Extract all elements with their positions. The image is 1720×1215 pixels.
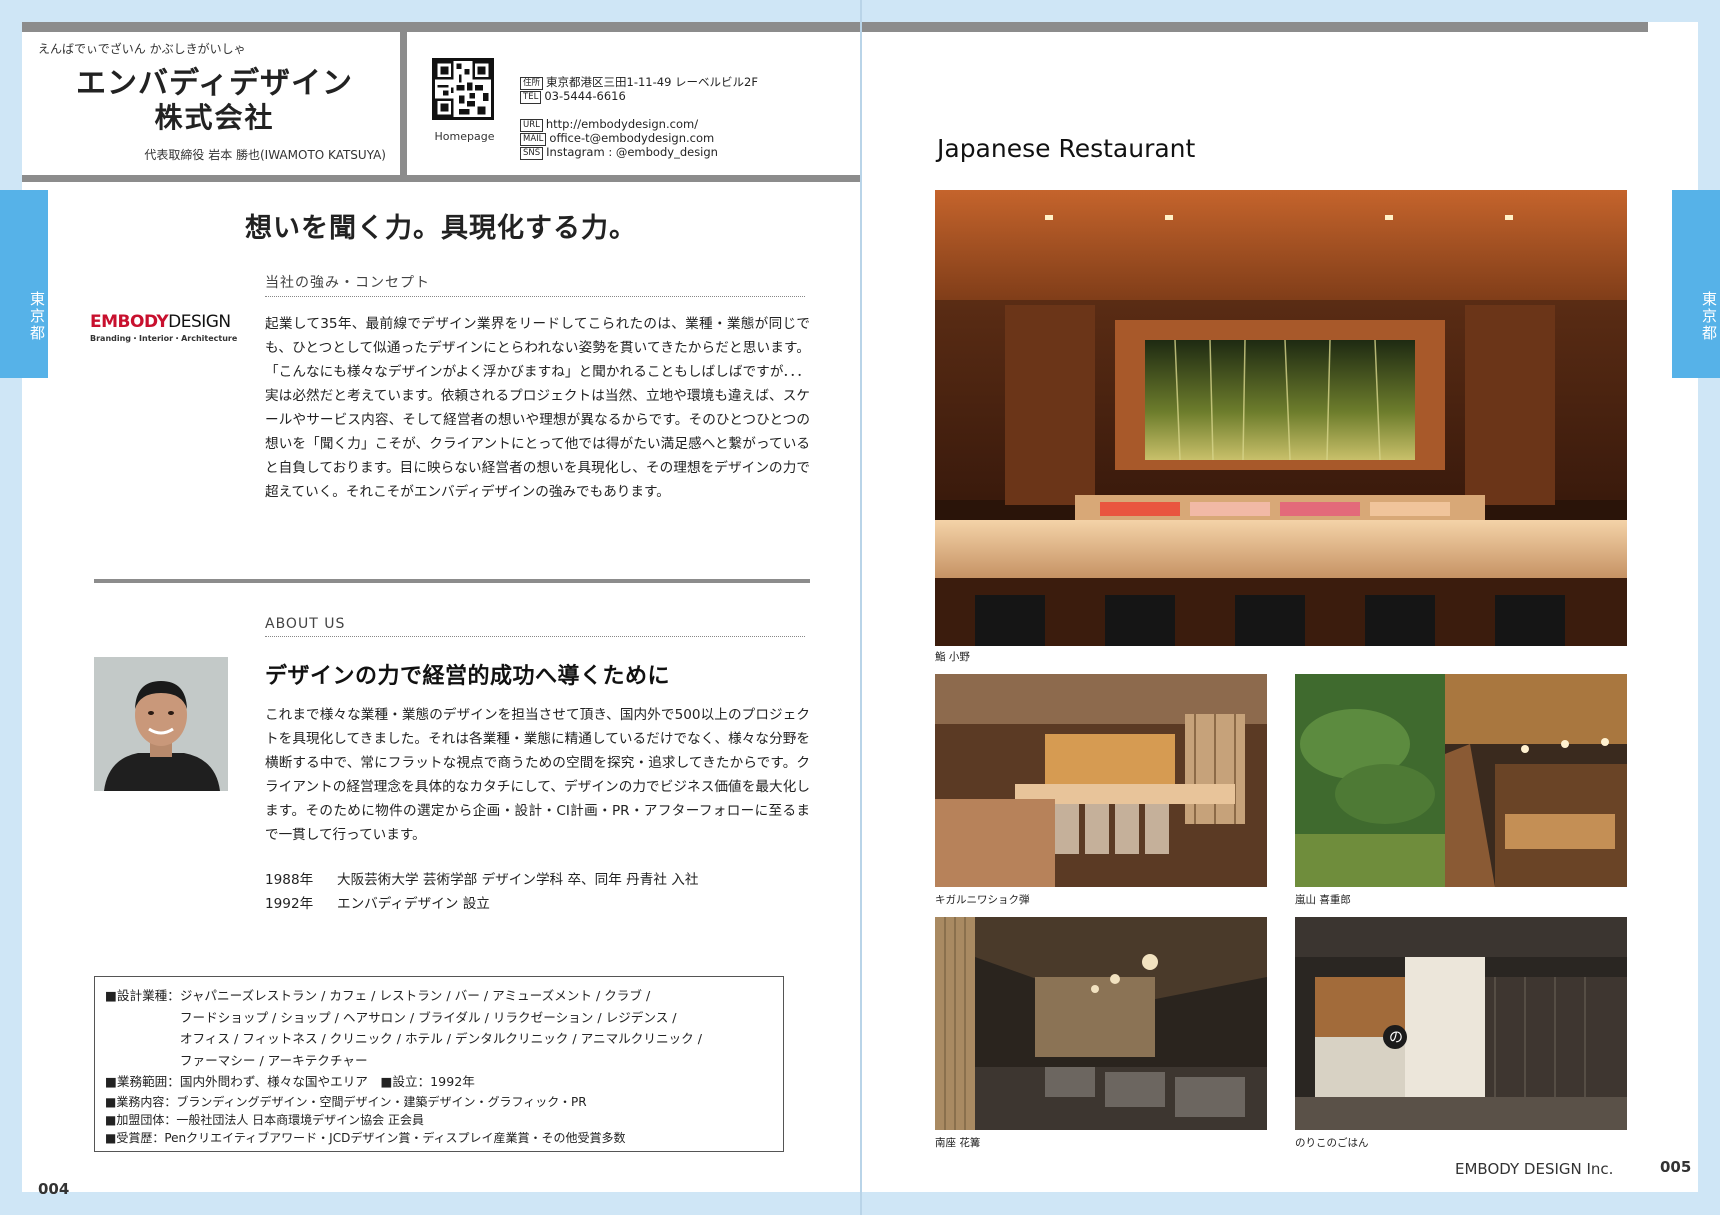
history-item: 1988年 大阪芸術大学 芸術学部 デザイン学科 卒、同年 丹青社 入社 — [265, 868, 698, 888]
concept-heading: 当社の強み・コンセプト — [265, 272, 805, 297]
company-info-box: ■設計業種： ジャパニーズレストラン / カフェ / レストラン / バー / … — [94, 976, 784, 1152]
design-types-line: ファーマシー / アーキテクチャー — [179, 1052, 368, 1068]
main-restaurant-photo — [935, 190, 1627, 646]
headline: 想いを聞く力。具現化する力。 — [245, 213, 637, 244]
contact-address: 住所 東京都港区三田1-11-49 レーベルビル2F — [520, 74, 758, 90]
photo-caption-kigaru: キガルニワショク弾 — [935, 894, 1030, 906]
representative: 代表取締役 岩本 勝也(IWAMOTO KATSUYA) — [144, 148, 386, 162]
restaurant-photo-kigaru — [935, 674, 1267, 887]
qr-label: Homepage — [434, 130, 495, 143]
svg-text:の: の — [1389, 1030, 1403, 1046]
history-year: 1988年 — [265, 872, 314, 888]
contact-sns: SNS Instagram : @embody_design — [520, 145, 718, 160]
sns-link[interactable]: Instagram : @embody_design — [546, 145, 718, 159]
region-tab-right: 東京都 — [1672, 190, 1720, 378]
company-logo: EMBODYDESIGN Branding・Interior・Architect… — [90, 312, 237, 344]
logo-red-text: EMBODY — [90, 312, 169, 332]
history-year: 1992年 — [265, 896, 314, 912]
services: ■業務内容：ブランディングデザイン・空間デザイン・建築デザイン・グラフィック・P… — [105, 1094, 587, 1109]
history-event: 大阪芸術大学 芸術学部 デザイン学科 卒、同年 丹青社 入社 — [337, 872, 699, 888]
page-number-left: 004 — [38, 1180, 70, 1198]
contact-url: URL http://embodydesign.com/ — [520, 117, 698, 132]
representative-portrait — [94, 657, 228, 791]
gallery-title: Japanese Restaurant — [937, 134, 1196, 163]
region-tab-left: 東京都 — [0, 190, 48, 378]
concept-text: 起業して35年、最前線でデザイン業界をリードしてこられたのは、業種・業態が同じで… — [265, 316, 810, 500]
design-types-label: ■設計業種： — [105, 988, 180, 1003]
photo-caption-noriko: のりこのごはん — [1295, 1137, 1369, 1149]
footer-company: EMBODY DESIGN Inc. — [1455, 1160, 1614, 1178]
tel-value: 03-5444-6616 — [544, 89, 626, 103]
design-types-line: フードショップ / ショップ / ヘアサロン / ブライダル / リラクゼーショ… — [179, 1009, 677, 1025]
design-types-row: ■設計業種： ジャパニーズレストラン / カフェ / レストラン / バー / … — [105, 985, 773, 1071]
contact-tel: TEL 03-5444-6616 — [520, 89, 626, 104]
company-header: えんばでぃでざいん かぶしきがいしゃ エンバディデザイン 株式会社 代表取締役 … — [22, 32, 860, 182]
company-name-line2: 株式会社 — [154, 101, 275, 134]
company-name-block: えんばでぃでざいん かぶしきがいしゃ エンバディデザイン 株式会社 代表取締役 … — [22, 32, 407, 175]
design-types-line: オフィス / フィットネス / クリニック / ホテル / デンタルクリニック … — [179, 1031, 702, 1046]
design-types-line: ジャパニーズレストラン / カフェ / レストラン / バー / アミューズメン… — [179, 988, 651, 1003]
about-heading: ABOUT US — [265, 616, 805, 637]
url-link[interactable]: http://embodydesign.com/ — [546, 117, 698, 131]
memberships: ■加盟団体：一般社団法人 日本商環境デザイン協会 正会員 — [105, 1112, 424, 1127]
mail-link[interactable]: office-t@embodydesign.com — [549, 131, 714, 145]
page-number-right: 005 — [1660, 1158, 1692, 1176]
restaurant-photo-arashiyama — [1295, 674, 1627, 887]
section-divider — [94, 579, 810, 583]
tel-tag: TEL — [520, 91, 542, 104]
restaurant-photo-minamiza — [935, 917, 1267, 1130]
business-scope: ■業務範囲：国内外問わず、様々な国やエリア ■設立：1992年 — [105, 1074, 475, 1089]
restaurant-photo-noriko: の — [1295, 917, 1627, 1130]
qr-code-icon[interactable] — [432, 58, 494, 120]
history-item: 1992年 エンバディデザイン 設立 — [265, 892, 490, 912]
address-value: 東京都港区三田1-11-49 レーベルビル2F — [546, 75, 758, 89]
top-bar — [862, 22, 1648, 32]
about-text: これまで様々な業種・業態のデザインを担当させて頂き、国内外で500以上のプロジェ… — [265, 707, 810, 843]
awards: ■受賞歴：Penクリエイティブアワード・JCDデザイン賞・ディスプレイ産業賞・そ… — [105, 1130, 626, 1145]
contact-mail: MAIL office-t@embodydesign.com — [520, 131, 714, 146]
history-event: エンバディデザイン 設立 — [337, 896, 490, 912]
logo-black-text: DESIGN — [168, 312, 231, 332]
left-page: えんばでぃでざいん かぶしきがいしゃ エンバディデザイン 株式会社 代表取締役 … — [22, 22, 860, 1198]
main-photo-caption: 鮨 小野 — [935, 651, 970, 663]
photo-caption-minamiza: 南座 花篝 — [935, 1137, 981, 1149]
photo-caption-arashiyama: 嵐山 喜重郎 — [1295, 894, 1351, 906]
company-kana: えんばでぃでざいん かぶしきがいしゃ — [38, 42, 246, 56]
sns-tag: SNS — [520, 147, 544, 160]
about-subheading: デザインの力で経営的成功へ導くために — [265, 664, 671, 689]
logo-subtitle: Branding・Interior・Architecture — [90, 334, 238, 343]
top-bar — [22, 22, 860, 32]
